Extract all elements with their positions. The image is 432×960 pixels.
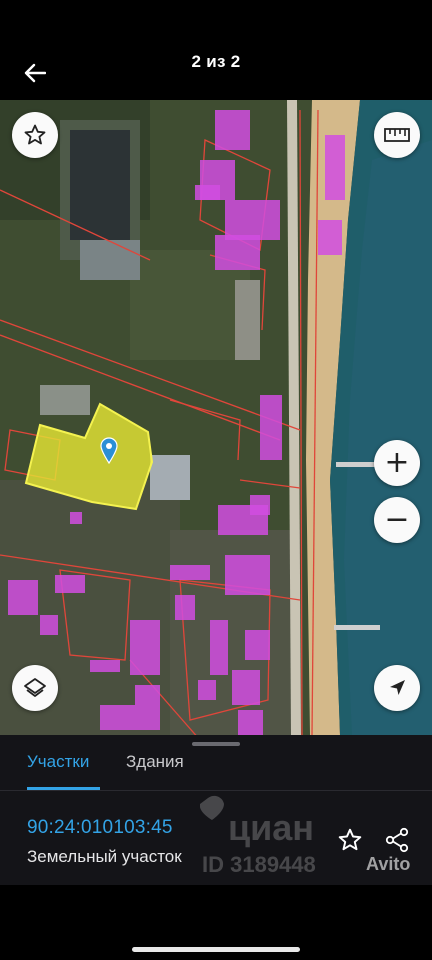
- home-indicator[interactable]: [132, 947, 300, 952]
- layers-icon: [24, 678, 46, 697]
- map-pin-icon[interactable]: [99, 436, 119, 465]
- zoom-in-button[interactable]: +: [374, 440, 420, 486]
- tab-bar: Участки Здания: [0, 748, 432, 790]
- ruler-icon: [384, 128, 410, 142]
- my-location-button[interactable]: [374, 665, 420, 711]
- measure-button[interactable]: [374, 112, 420, 158]
- parcel-type-label: Земельный участок: [27, 847, 182, 866]
- satellite-map[interactable]: + −: [0, 100, 432, 735]
- map-imagery: [0, 100, 432, 735]
- star-icon: [24, 124, 46, 145]
- zoom-out-button[interactable]: −: [374, 497, 420, 543]
- share-icon: [385, 827, 409, 853]
- favorite-button[interactable]: [334, 824, 366, 856]
- cadastral-number[interactable]: 90:24:010103:45: [27, 817, 173, 839]
- location-arrow-icon: [390, 680, 405, 695]
- star-icon: [338, 828, 362, 851]
- tab-buildings[interactable]: Здания: [126, 752, 184, 782]
- minus-icon: −: [384, 502, 410, 537]
- plus-icon: +: [384, 445, 410, 480]
- tab-parcels[interactable]: Участки: [27, 752, 89, 782]
- sheet-drag-handle[interactable]: [192, 742, 240, 746]
- favorite-map-button[interactable]: [12, 112, 58, 158]
- header: 2 из 2: [0, 0, 432, 100]
- divider: [0, 790, 432, 791]
- share-button[interactable]: [381, 824, 413, 856]
- page-title: 2 из 2: [191, 52, 241, 71]
- layers-button[interactable]: [12, 665, 58, 711]
